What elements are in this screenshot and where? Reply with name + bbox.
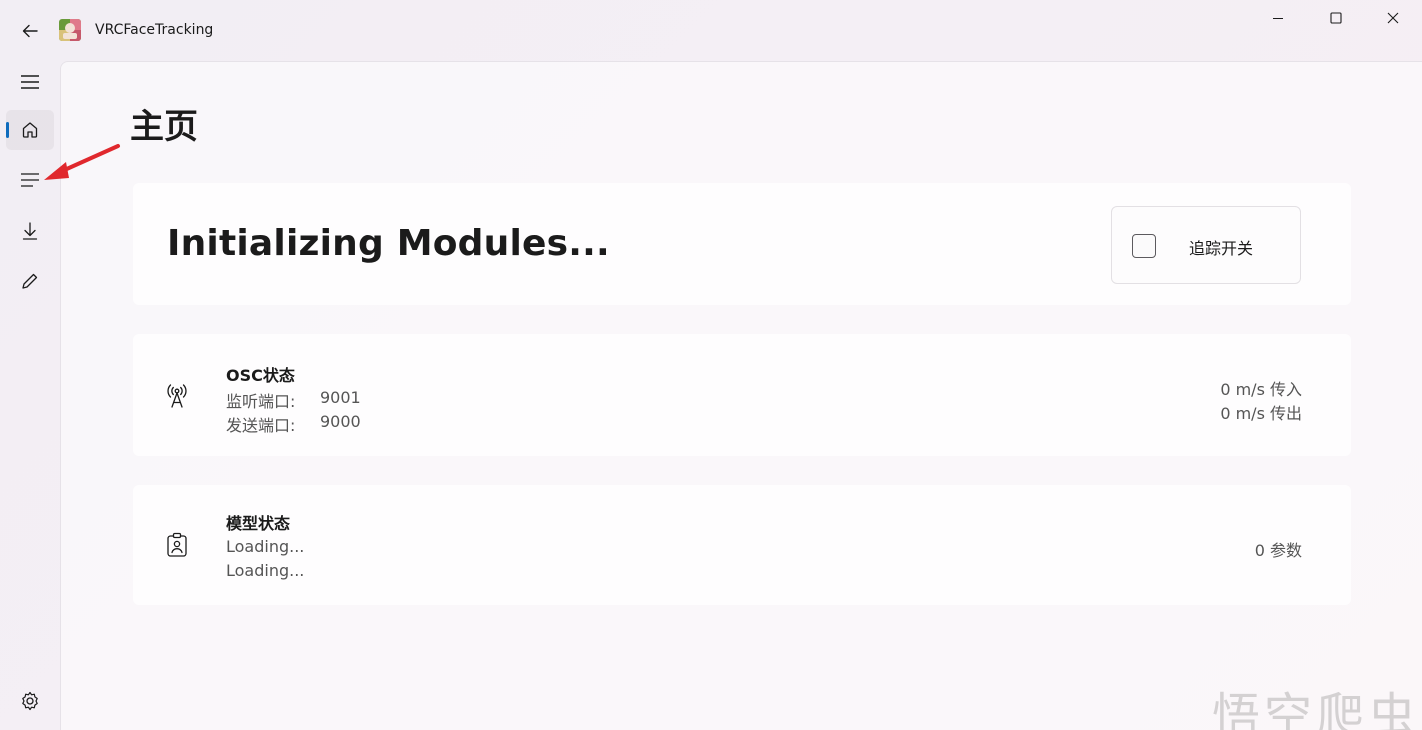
hamburger-menu-button[interactable]	[6, 62, 54, 102]
title-bar: VRCFaceTracking	[0, 0, 1422, 62]
minimize-icon	[1273, 18, 1283, 19]
model-heading: 模型状态	[226, 514, 291, 533]
model-param-count: 0 参数	[1254, 541, 1302, 560]
osc-status-card: OSC状态 监听端口: 9001 发送端口: 9000 0 m/s 传入 0 m…	[133, 334, 1351, 456]
page-title: 主页	[130, 107, 198, 147]
model-line-1: Loading...	[226, 537, 305, 556]
watermark: 悟空爬虫	[1212, 688, 1421, 730]
badge-icon	[163, 531, 191, 559]
antenna-icon	[163, 382, 191, 410]
nav-sidebar	[0, 62, 60, 730]
nav-item-home[interactable]	[6, 110, 54, 150]
tracking-checkbox[interactable]	[1132, 234, 1156, 258]
nav-item-edit[interactable]	[6, 261, 54, 301]
model-status-card: 模型状态 Loading... Loading... 0 参数	[133, 485, 1351, 605]
nav-item-download[interactable]	[6, 211, 54, 251]
selection-indicator	[6, 122, 9, 138]
nav-item-settings[interactable]	[6, 681, 54, 721]
pencil-icon	[22, 273, 38, 289]
list-icon	[21, 173, 39, 187]
send-port-row: 发送端口: 9000	[226, 412, 361, 436]
close-icon	[1387, 12, 1399, 24]
nav-item-list[interactable]	[6, 160, 54, 200]
maximize-icon	[1330, 12, 1342, 24]
close-button[interactable]	[1364, 0, 1422, 36]
back-button[interactable]	[14, 16, 46, 46]
model-line-2: Loading...	[226, 561, 305, 580]
tracking-toggle-label: 追踪开关	[1189, 239, 1254, 258]
window-title: VRCFaceTracking	[95, 22, 214, 38]
tracking-toggle[interactable]: 追踪开关	[1111, 206, 1301, 284]
back-arrow-icon	[22, 24, 38, 38]
osc-out-rate: 0 m/s 传出	[1220, 404, 1302, 423]
app-logo-icon	[59, 19, 81, 41]
download-icon	[22, 222, 38, 240]
send-port-value: 9000	[320, 412, 361, 431]
maximize-button[interactable]	[1307, 0, 1365, 36]
listen-port-value: 9001	[320, 388, 361, 407]
hamburger-menu-icon	[21, 75, 39, 89]
listen-port-label: 监听端口:	[226, 392, 296, 411]
minimize-button[interactable]	[1249, 0, 1307, 36]
send-port-label: 发送端口:	[226, 416, 296, 435]
listen-port-row: 监听端口: 9001	[226, 388, 361, 412]
status-text: Initializing Modules...	[167, 223, 610, 264]
settings-gear-icon	[22, 691, 38, 711]
status-card: Initializing Modules... 追踪开关	[133, 183, 1351, 305]
home-icon	[22, 122, 38, 138]
osc-in-rate: 0 m/s 传入	[1220, 380, 1302, 399]
osc-heading: OSC状态	[226, 366, 295, 385]
